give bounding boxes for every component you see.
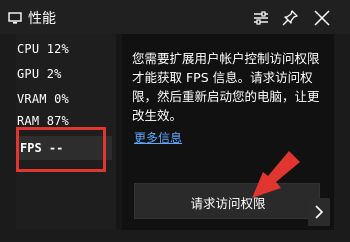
next-page-button[interactable] xyxy=(308,198,330,226)
more-info-link[interactable]: 更多信息 xyxy=(134,129,182,146)
title-bar: 性能 xyxy=(0,0,350,34)
close-icon[interactable] xyxy=(311,7,333,29)
fps-highlight-box xyxy=(16,127,106,172)
settings-sliders-icon[interactable] xyxy=(250,7,272,29)
stat-cpu[interactable]: CPU 12% xyxy=(17,42,69,56)
window-title: 性能 xyxy=(28,11,56,27)
chevron-right-icon xyxy=(315,205,324,219)
pin-icon[interactable] xyxy=(279,7,301,29)
stat-ram[interactable]: RAM 87% xyxy=(17,114,69,128)
performance-widget: 性能 CPU 12% GPU 2% VRAM 0% RAM 87% FPS --… xyxy=(0,0,350,242)
monitor-icon xyxy=(8,10,22,24)
request-access-button[interactable]: 请求访问权限 xyxy=(134,183,320,219)
request-access-label: 请求访问权限 xyxy=(190,196,266,211)
stat-gpu[interactable]: GPU 2% xyxy=(17,67,62,81)
stat-vram[interactable]: VRAM 0% xyxy=(17,92,69,106)
permission-message: 您需要扩展用户帐户控制访问权限才能获取 FPS 信息。请求访问权限，然后重新启动… xyxy=(132,51,320,123)
